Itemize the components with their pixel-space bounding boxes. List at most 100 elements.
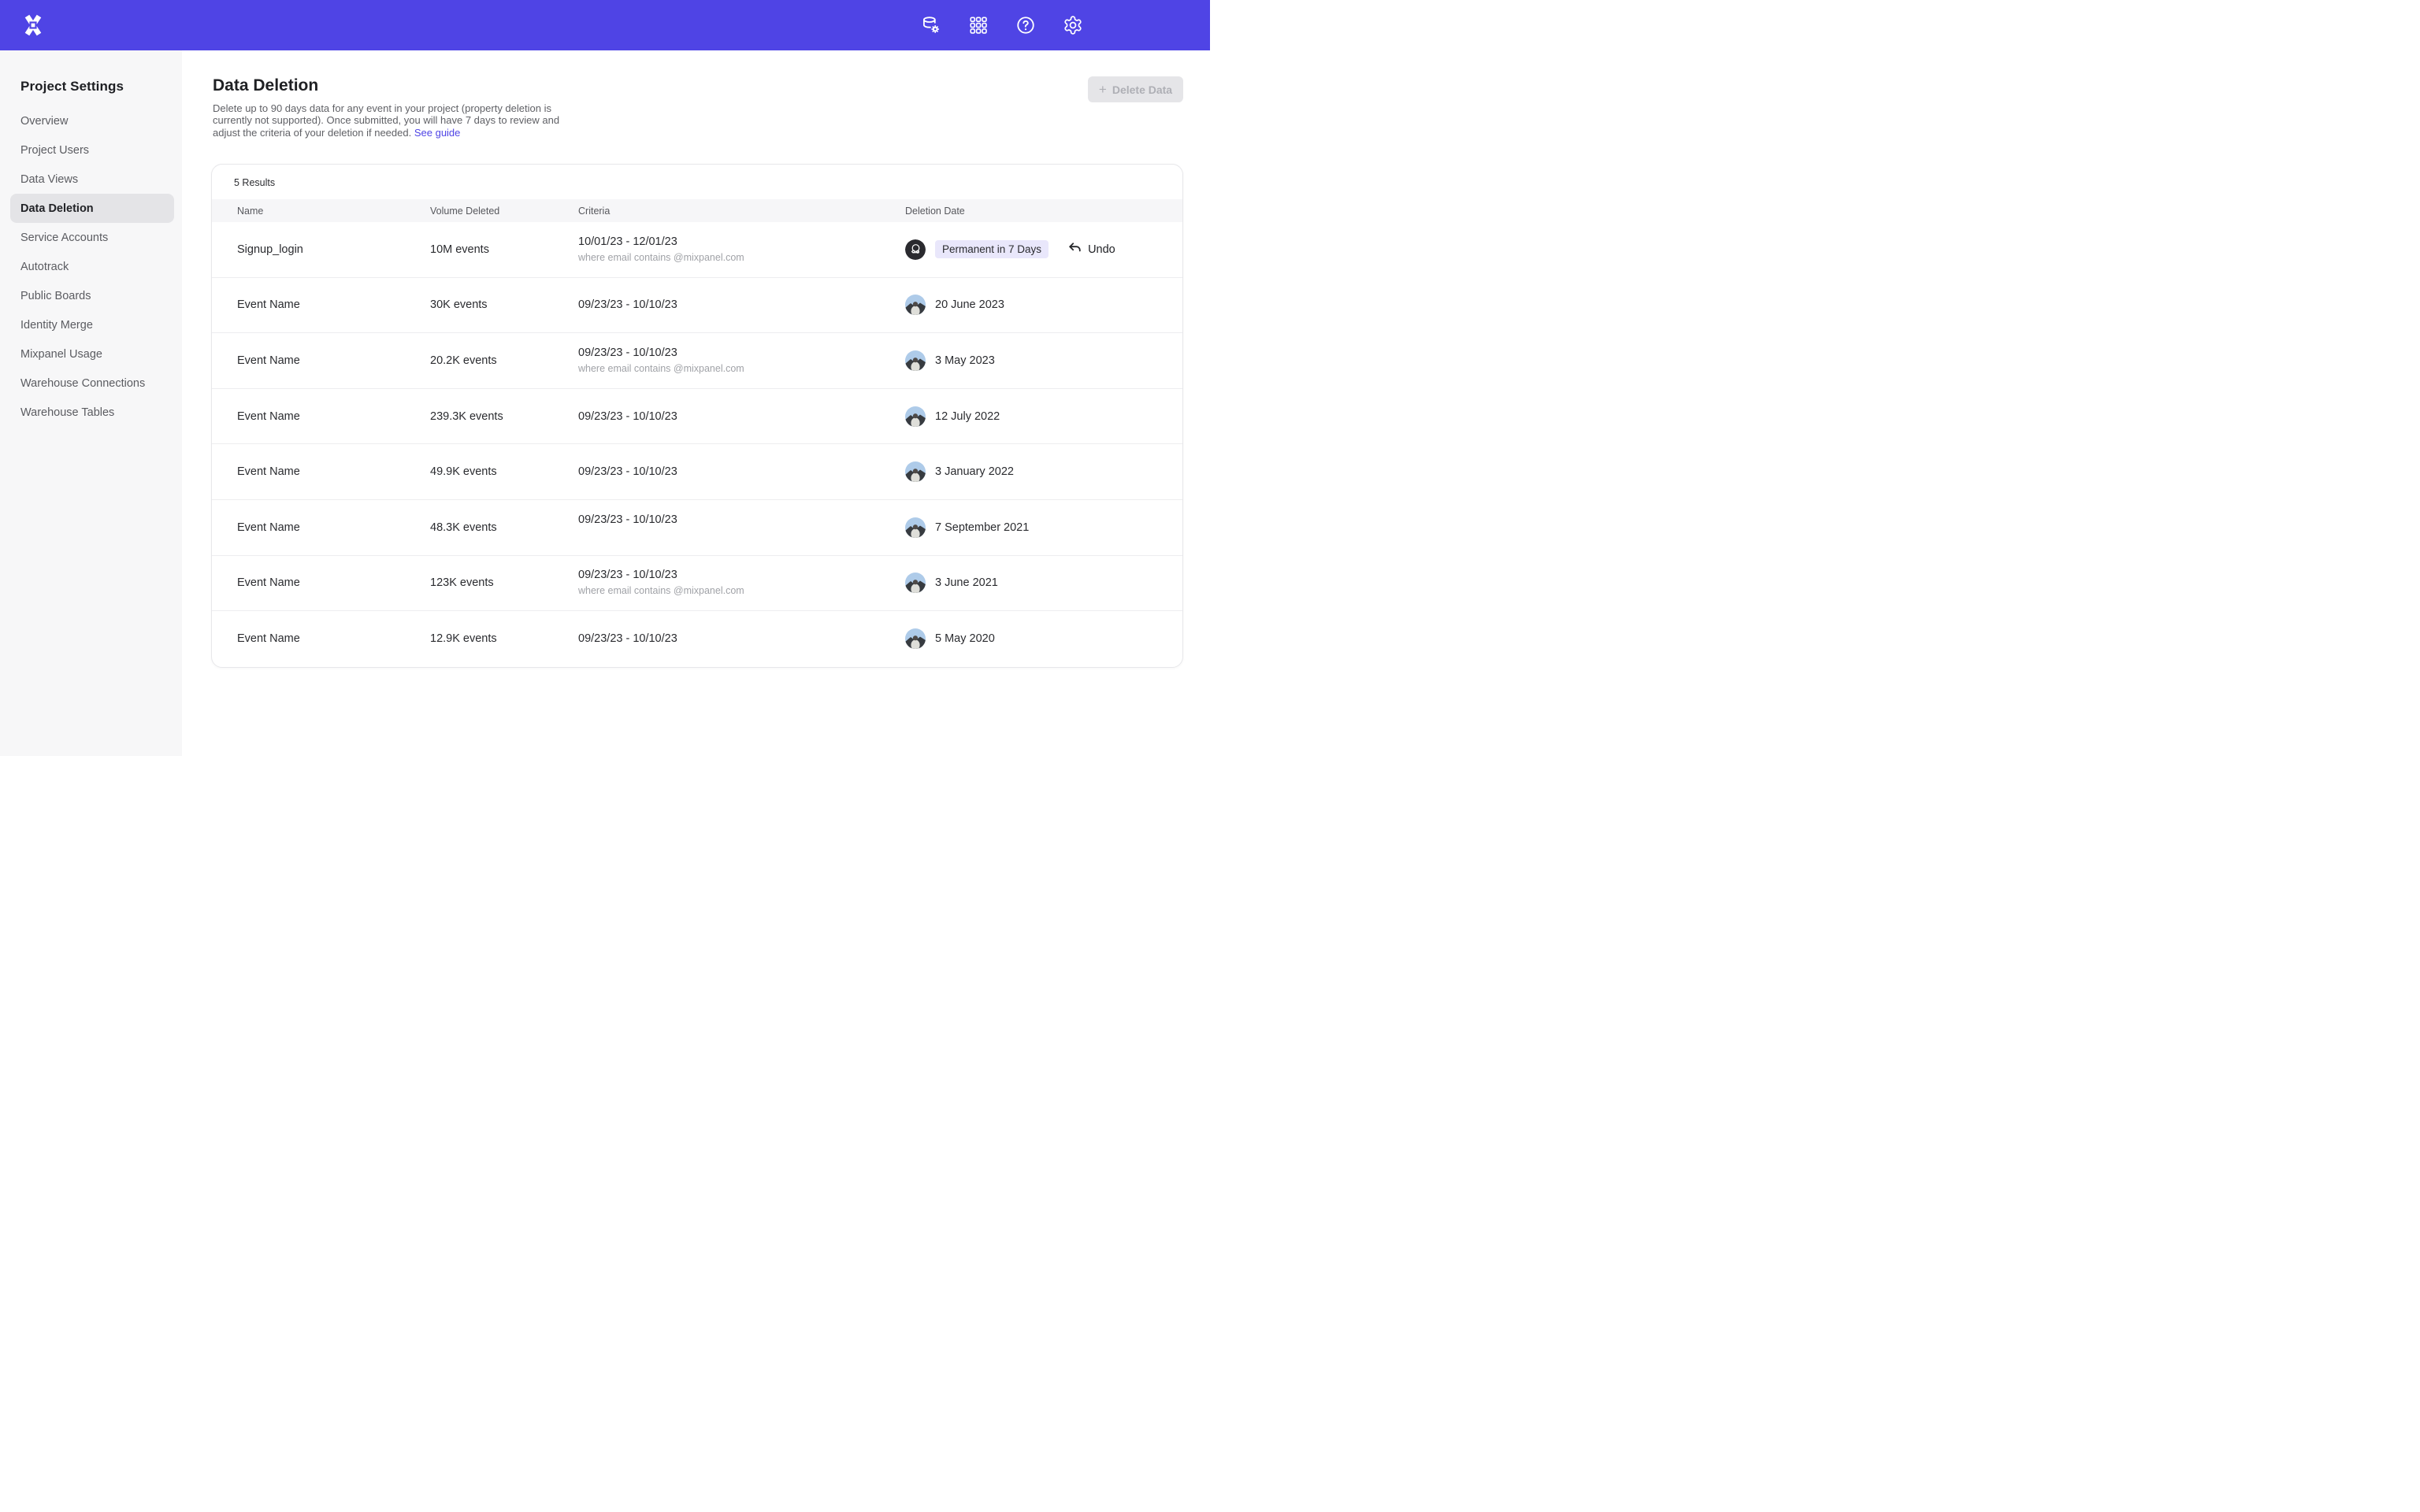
- undo-icon: [1067, 241, 1082, 258]
- plus-icon: +: [1099, 83, 1107, 96]
- deletion-date-value: 12 July 2022: [935, 410, 1000, 423]
- sidebar-item-mixpanel-usage[interactable]: Mixpanel Usage: [10, 339, 174, 369]
- requester-avatar: [905, 350, 926, 371]
- row-criteria-range: 09/23/23 - 10/10/23: [578, 410, 677, 423]
- row-criteria: 09/23/23 - 10/10/23: [578, 513, 677, 542]
- delete-data-button[interactable]: + Delete Data: [1088, 76, 1183, 102]
- deletion-date-value: 5 May 2020: [935, 632, 995, 645]
- sidebar-item-warehouse-connections[interactable]: Warehouse Connections: [10, 369, 174, 398]
- row-criteria: 09/23/23 - 10/10/23: [578, 298, 677, 311]
- row-deletion-date: 3 May 2023: [905, 350, 995, 371]
- mixpanel-logo[interactable]: [22, 14, 44, 36]
- row-criteria: 09/23/23 - 10/10/23where email contains …: [578, 569, 744, 597]
- row-volume-deleted: 49.9K events: [430, 465, 497, 478]
- row-criteria-range: 09/23/23 - 10/10/23: [578, 513, 677, 526]
- sidebar-item-public-boards[interactable]: Public Boards: [10, 281, 174, 310]
- requester-avatar: [905, 406, 926, 427]
- row-deletion-date: 7 September 2021: [905, 517, 1029, 538]
- row-deletion-date: 3 January 2022: [905, 461, 1014, 482]
- sidebar-item-service-accounts[interactable]: Service Accounts: [10, 223, 174, 252]
- table-row: Signup_login10M events10/01/23 - 12/01/2…: [212, 222, 1182, 278]
- deletion-date-value: 3 January 2022: [935, 465, 1014, 478]
- sidebar-item-autotrack[interactable]: Autotrack: [10, 252, 174, 281]
- page-description-line3: adjust the criteria of your deletion if …: [213, 127, 569, 139]
- page-description: Delete up to 90 days data for any event …: [213, 102, 569, 139]
- row-volume-deleted: 12.9K events: [430, 632, 497, 645]
- page-description-line2: currently not supported). Once submitted…: [213, 114, 569, 126]
- deletion-date-value: 7 September 2021: [935, 521, 1029, 534]
- row-name: Event Name: [237, 410, 300, 423]
- undo-button[interactable]: Undo: [1067, 241, 1115, 258]
- row-criteria-filter: where email contains @mixpanel.com: [578, 363, 744, 375]
- row-criteria-range: 09/23/23 - 10/10/23: [578, 569, 744, 581]
- top-navigation-bar: [0, 0, 1210, 50]
- page-title: Data Deletion: [213, 76, 318, 95]
- sidebar-item-data-deletion[interactable]: Data Deletion: [10, 194, 174, 223]
- row-criteria: 09/23/23 - 10/10/23 where email contains …: [578, 346, 744, 375]
- row-name: Event Name: [237, 354, 300, 367]
- table-row: Event Name 48.3K events 09/23/23 - 10/10/2…: [212, 500, 1182, 556]
- row-name: Event Name: [237, 465, 300, 478]
- deletion-date-value: 3 June 2021: [935, 576, 998, 589]
- column-header-criteria: Criteria: [578, 206, 610, 217]
- deletion-date-value: 20 June 2023: [935, 298, 1004, 311]
- table-row: Event Name 239.3K events 09/23/23 - 10/10/…: [212, 389, 1182, 445]
- row-criteria-filter: [578, 530, 677, 542]
- requester-avatar: [905, 573, 926, 593]
- table-row: Event Name 30K events 09/23/23 - 10/10/23 2…: [212, 278, 1182, 334]
- requester-avatar: [905, 295, 926, 315]
- column-header-name: Name: [237, 206, 263, 217]
- table-row: Event Name 12.9K events 09/23/23 - 10/10/2…: [212, 611, 1182, 667]
- row-name: Event Name: [237, 521, 300, 534]
- results-count: 5 Results: [234, 177, 275, 188]
- row-volume-deleted: 123K events: [430, 576, 494, 589]
- table-header-row: Name Volume Deleted Criteria Deletion Da…: [212, 199, 1182, 222]
- table-row: Event Name49.9K events09/23/23 - 10/10/2…: [212, 444, 1182, 500]
- sidebar-item-project-users[interactable]: Project Users: [10, 135, 174, 165]
- row-volume-deleted: 20.2K events: [430, 354, 497, 367]
- sidebar-item-overview[interactable]: Overview: [10, 106, 174, 135]
- row-criteria-filter: where email contains @mixpanel.com: [578, 252, 744, 264]
- row-criteria: 10/01/23 - 12/01/23where email contains …: [578, 235, 744, 264]
- row-name: Signup_login: [237, 243, 303, 256]
- column-header-volume-deleted: Volume Deleted: [430, 206, 499, 217]
- row-volume-deleted: 239.3K events: [430, 410, 503, 423]
- page-description-line1: Delete up to 90 days data for any event …: [213, 102, 569, 114]
- table-row: Event Name 123K events 09/23/23 - 10/10/23…: [212, 556, 1182, 612]
- sidebar-item-data-views[interactable]: Data Views: [10, 165, 174, 194]
- apps-grid-icon[interactable]: [968, 15, 989, 35]
- sidebar-item-warehouse-tables[interactable]: Warehouse Tables: [10, 398, 174, 427]
- row-criteria-range: 09/23/23 - 10/10/23: [578, 346, 744, 359]
- row-deletion-date: 20 June 2023: [905, 295, 1004, 315]
- requester-avatar: [905, 517, 926, 538]
- sidebar-nav: OverviewProject UsersData ViewsData Dele…: [0, 106, 182, 427]
- requester-avatar: [905, 461, 926, 482]
- row-criteria-range: 09/23/23 - 10/10/23: [578, 632, 677, 645]
- project-settings-sidebar: Project Settings OverviewProject UsersDa…: [0, 50, 182, 756]
- requester-avatar: [905, 628, 926, 649]
- row-name: Event Name: [237, 632, 300, 645]
- row-name: Event Name: [237, 576, 300, 589]
- row-criteria: 09/23/23 - 10/10/23: [578, 410, 677, 423]
- undo-label: Undo: [1088, 243, 1115, 256]
- delete-data-button-label: Delete Data: [1112, 83, 1172, 96]
- row-deletion-date: 5 May 2020: [905, 628, 995, 649]
- deletion-requests-card: 5 Results Name Volume Deleted Criteria D…: [211, 164, 1183, 668]
- topbar-icon-group: [921, 0, 1083, 50]
- row-name: Event Name: [237, 298, 300, 311]
- row-criteria: 09/23/23 - 10/10/23: [578, 632, 677, 645]
- data-management-icon[interactable]: [921, 15, 941, 35]
- column-header-deletion-date: Deletion Date: [905, 206, 965, 217]
- row-criteria-range: 09/23/23 - 10/10/23: [578, 298, 677, 311]
- table-body: Signup_login10M events10/01/23 - 12/01/2…: [212, 222, 1182, 667]
- settings-gear-icon[interactable]: [1063, 15, 1083, 35]
- permanent-status-badge: Permanent in 7 Days: [935, 240, 1049, 258]
- sidebar-item-identity-merge[interactable]: Identity Merge: [10, 310, 174, 339]
- help-icon[interactable]: [1015, 15, 1036, 35]
- requester-avatar-sketch: [905, 239, 926, 260]
- sidebar-title: Project Settings: [20, 79, 182, 94]
- see-guide-link[interactable]: See guide: [414, 127, 461, 139]
- row-volume-deleted: 48.3K events: [430, 521, 497, 534]
- row-deletion-date: Permanent in 7 Days Undo: [905, 239, 1115, 260]
- row-volume-deleted: 30K events: [430, 298, 488, 311]
